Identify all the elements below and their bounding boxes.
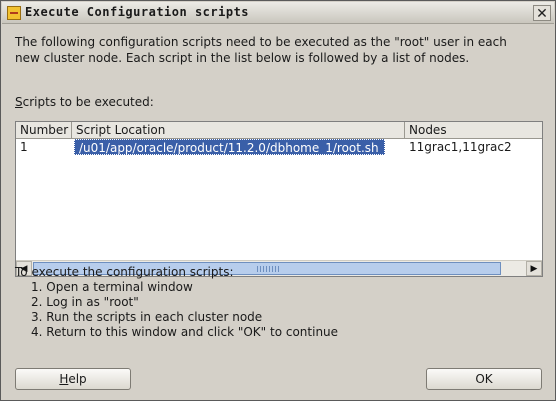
instructions-heading: To execute the configuration scripts: — [15, 265, 234, 279]
dialog-window: Execute Configuration scripts ✕ The foll… — [0, 0, 556, 401]
column-header-number[interactable]: Number — [16, 122, 72, 138]
scroll-right-arrow-icon[interactable]: ▶ — [526, 261, 542, 276]
scroll-grip-icon — [257, 266, 279, 272]
scripts-table[interactable]: Number Script Location Nodes 1 /u01/app/… — [15, 121, 543, 277]
help-button-rest: elp — [68, 372, 87, 386]
instruction-step: 3. Run the scripts in each cluster node — [31, 310, 263, 324]
instructions-list: 1. Open a terminal window 2. Log in as "… — [31, 280, 338, 340]
close-icon[interactable]: ✕ — [533, 5, 551, 22]
intro-text: The following configuration scripts need… — [15, 35, 507, 65]
title-bar[interactable]: Execute Configuration scripts ✕ — [2, 2, 554, 24]
installer-icon — [7, 6, 21, 20]
cell-script-location[interactable]: /u01/app/oracle/product/11.2.0/dbhome_1/… — [74, 139, 385, 155]
cell-nodes[interactable]: 11grac1,11grac2 — [405, 139, 542, 155]
help-button[interactable]: Help — [15, 368, 131, 390]
scripts-label: Scripts to be executed: — [15, 95, 154, 109]
column-header-script-location[interactable]: Script Location — [72, 122, 405, 138]
table-header: Number Script Location Nodes — [16, 122, 542, 139]
scripts-label-mnemonic: S — [15, 95, 23, 109]
help-button-mnemonic: H — [59, 372, 69, 386]
instruction-step: 2. Log in as "root" — [31, 295, 139, 309]
table-row[interactable]: 1 /u01/app/oracle/product/11.2.0/dbhome_… — [16, 139, 542, 155]
cell-number[interactable]: 1 — [16, 139, 72, 155]
dialog-content: The following configuration scripts need… — [1, 25, 557, 401]
instruction-step: 1. Open a terminal window — [31, 280, 193, 294]
scripts-label-rest: cripts to be executed: — [22, 95, 154, 109]
instruction-step: 4. Return to this window and click "OK" … — [31, 325, 339, 339]
window-title: Execute Configuration scripts — [25, 5, 250, 19]
column-header-nodes[interactable]: Nodes — [405, 122, 542, 138]
ok-button[interactable]: OK — [426, 368, 542, 390]
